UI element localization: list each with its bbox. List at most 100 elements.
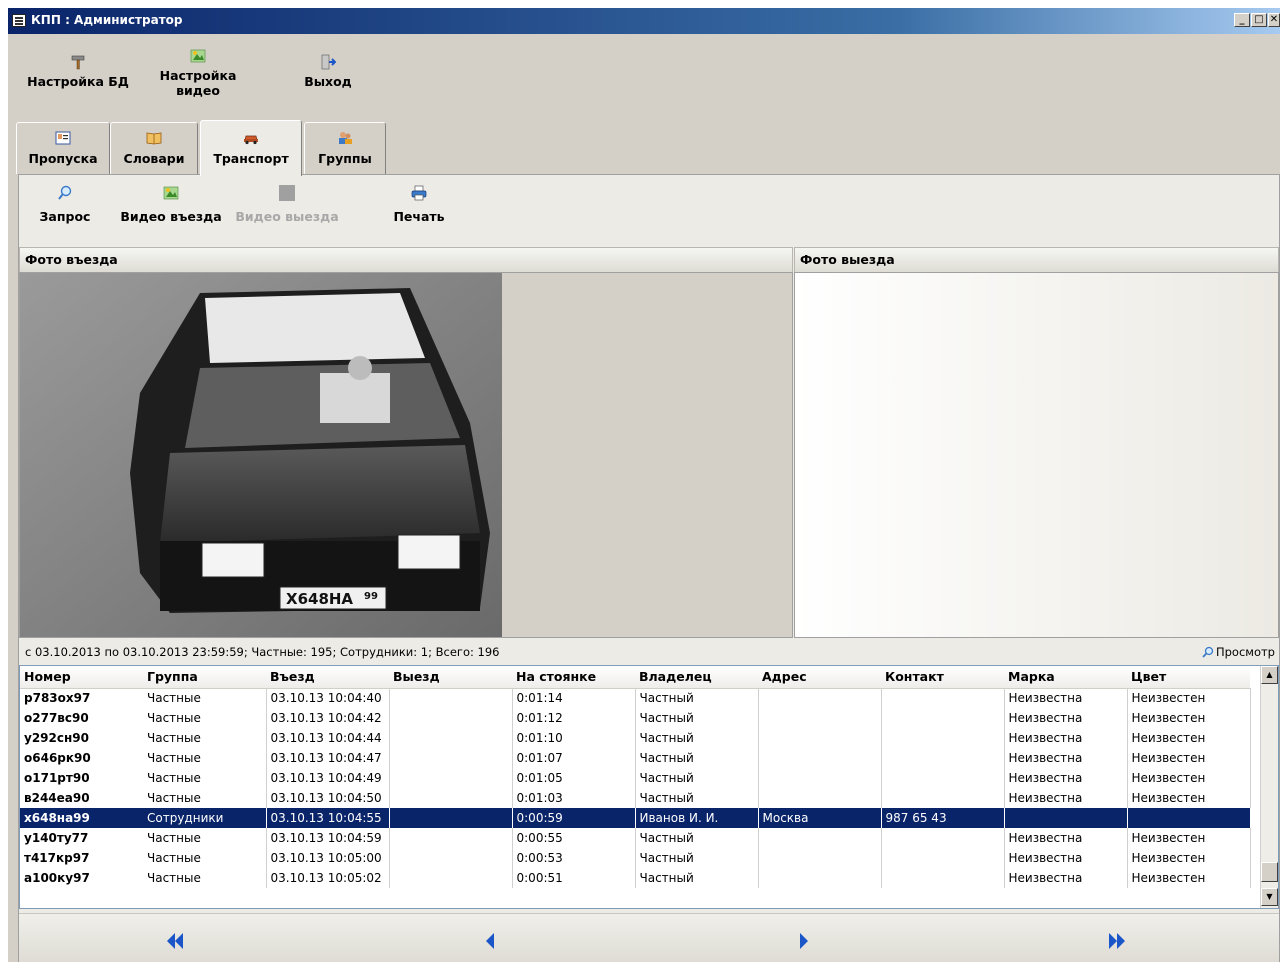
view-button[interactable]: Просмотр — [1202, 640, 1275, 664]
close-button[interactable]: ✕ — [1268, 13, 1280, 27]
table-cell — [389, 768, 513, 788]
vertical-scrollbar[interactable]: ▲ ▼ — [1260, 666, 1278, 908]
left-arrow-icon[interactable] — [481, 932, 501, 950]
scroll-up-button[interactable]: ▲ — [1261, 666, 1278, 684]
magnifier-icon — [1202, 646, 1214, 658]
column-header[interactable]: Контакт — [881, 666, 1004, 689]
video-settings-button[interactable]: Настройка видео — [156, 48, 240, 98]
table-cell: Частные — [143, 688, 267, 708]
table-cell — [758, 768, 882, 788]
table-cell: 0:00:51 — [512, 868, 636, 888]
table-cell: Частный — [635, 828, 759, 848]
table-cell — [758, 748, 882, 768]
column-header[interactable]: Владелец — [635, 666, 758, 689]
table-cell: 03.10.13 10:05:00 — [266, 848, 390, 868]
double-right-arrow-icon[interactable] — [1107, 932, 1127, 950]
table-cell — [389, 828, 513, 848]
db-settings-label: Настройка БД — [27, 74, 129, 89]
table-cell — [881, 708, 1005, 728]
main-toolbar: Настройка БД Настройка видео Выход — [8, 34, 1280, 120]
status-summary-text: с 03.10.2013 по 03.10.2013 23:59:59; Час… — [25, 645, 500, 659]
column-header[interactable]: Номер — [20, 666, 143, 689]
query-button[interactable]: Запрос — [35, 179, 95, 224]
maximize-button[interactable]: □ — [1251, 13, 1267, 27]
column-header[interactable]: На стоянке — [512, 666, 635, 689]
table-cell: Частные — [143, 868, 267, 888]
people-icon — [339, 132, 352, 144]
column-header[interactable]: Адрес — [758, 666, 881, 689]
tab-groups[interactable]: Группы — [304, 122, 386, 174]
table-cell: 03.10.13 10:04:44 — [266, 728, 390, 748]
view-button-label: Просмотр — [1215, 645, 1275, 659]
column-header[interactable]: Въезд — [266, 666, 389, 689]
table-cell: 0:01:12 — [512, 708, 636, 728]
table-cell: Неизвестен — [1127, 828, 1251, 848]
double-left-arrow-icon[interactable] — [165, 932, 185, 950]
table-cell: Частные — [143, 748, 267, 768]
table-cell — [881, 688, 1005, 708]
app-window: КПП : Администратор _ □ ✕ Настройка БД Н… — [8, 8, 1280, 962]
cell-plate-number: а100ку97 — [24, 871, 90, 885]
table-row[interactable]: р783ох97 Частные 03.10.13 10:04:40 0:01:14 Ч… — [20, 688, 1251, 708]
table-cell: 03.10.13 10:04:59 — [266, 828, 390, 848]
cell-plate-number: х648на99 — [20, 808, 143, 828]
right-arrow-icon[interactable] — [793, 932, 813, 950]
table-row[interactable]: в244еа90 Частные 03.10.13 10:04:50 0:01:03 Ч… — [20, 788, 1251, 808]
door-exit-icon — [321, 54, 336, 70]
column-header[interactable]: Группа — [143, 666, 266, 689]
video-map-icon — [163, 186, 179, 200]
table-row[interactable]: у140ту77 Частные 03.10.13 10:04:59 0:00:55 Ч… — [20, 828, 1251, 848]
column-header[interactable]: Цвет — [1127, 666, 1250, 689]
table-cell — [758, 848, 882, 868]
table-cell: Неизвестен — [1127, 728, 1251, 748]
cell-plate-number: р783ох97 — [24, 691, 91, 706]
table-cell: 03.10.13 10:05:02 — [266, 868, 390, 888]
table-cell: Частный — [635, 728, 759, 748]
transport-panel: Запрос Видео въезда Видео выезда Печать … — [18, 174, 1280, 962]
table-cell: 03.10.13 10:04:50 — [266, 788, 390, 808]
tab-passes[interactable]: Пропуска — [16, 122, 110, 174]
table-cell — [881, 728, 1005, 748]
minimize-button[interactable]: _ — [1234, 13, 1250, 27]
scroll-thumb[interactable] — [1261, 862, 1278, 882]
table-row[interactable]: т417кр97 Частные 03.10.13 10:05:00 0:00:53 Ч… — [20, 848, 1251, 868]
table-cell — [758, 828, 882, 848]
table-cell — [881, 788, 1005, 808]
tab-dictionaries[interactable]: Словари — [110, 122, 198, 174]
table-cell — [389, 788, 513, 808]
tab-transport[interactable]: Транспорт — [200, 120, 302, 176]
table-cell: Иванов И. И. — [635, 808, 759, 828]
table-cell — [389, 868, 513, 888]
cell-plate-number: т417кр97 — [24, 851, 90, 865]
scroll-down-button[interactable]: ▼ — [1261, 888, 1278, 906]
video-entry-button[interactable]: Видео въезда — [117, 179, 225, 224]
table-row[interactable]: х648на99 Сотрудники 03.10.13 10:04:55 0:00:… — [20, 808, 1251, 828]
exit-button[interactable]: Выход — [292, 54, 364, 89]
cell-plate-number: о171рт90 — [24, 771, 90, 785]
table-cell: Москва — [758, 808, 882, 828]
table-cell — [758, 708, 882, 728]
table-cell — [389, 748, 513, 768]
vehicles-grid: Номер Группа Въезд Выезд На стоянке Влад… — [19, 665, 1279, 909]
table-row[interactable]: о277вс90 Частные 03.10.13 10:04:42 0:01:12 Ч… — [20, 708, 1251, 728]
tab-passes-label: Пропуска — [28, 151, 98, 166]
print-button[interactable]: Печать — [389, 179, 449, 224]
table-cell: 0:00:55 — [512, 828, 636, 848]
db-settings-button[interactable]: Настройка БД — [22, 54, 134, 89]
table-cell: Неизвестна — [1004, 868, 1128, 888]
table-cell: 0:01:03 — [512, 788, 636, 808]
video-exit-button[interactable]: Видео выезда — [233, 179, 341, 224]
table-row[interactable]: о646рк90 Частные 03.10.13 10:04:47 0:01:07 Ч… — [20, 748, 1251, 768]
table-cell: 0:00:53 — [512, 848, 636, 868]
cell-plate-number: о277вс90 — [24, 711, 89, 725]
table-row[interactable]: о171рт90 Частные 03.10.13 10:04:49 0:01:05 Ч… — [20, 768, 1251, 788]
table-row[interactable]: у292сн90 Частные 03.10.13 10:04:44 0:01:10 Ч… — [20, 728, 1251, 748]
printer-icon — [411, 185, 427, 201]
table-cell — [758, 788, 882, 808]
column-header[interactable]: Марка — [1004, 666, 1127, 689]
table-cell: Неизвестен — [1127, 848, 1251, 868]
column-header[interactable]: Выезд — [389, 666, 512, 689]
query-label: Запрос — [39, 209, 91, 224]
table-cell: Частный — [635, 788, 759, 808]
table-row[interactable]: а100ку97 Частные 03.10.13 10:05:02 0:00:51 Ч… — [20, 868, 1251, 888]
